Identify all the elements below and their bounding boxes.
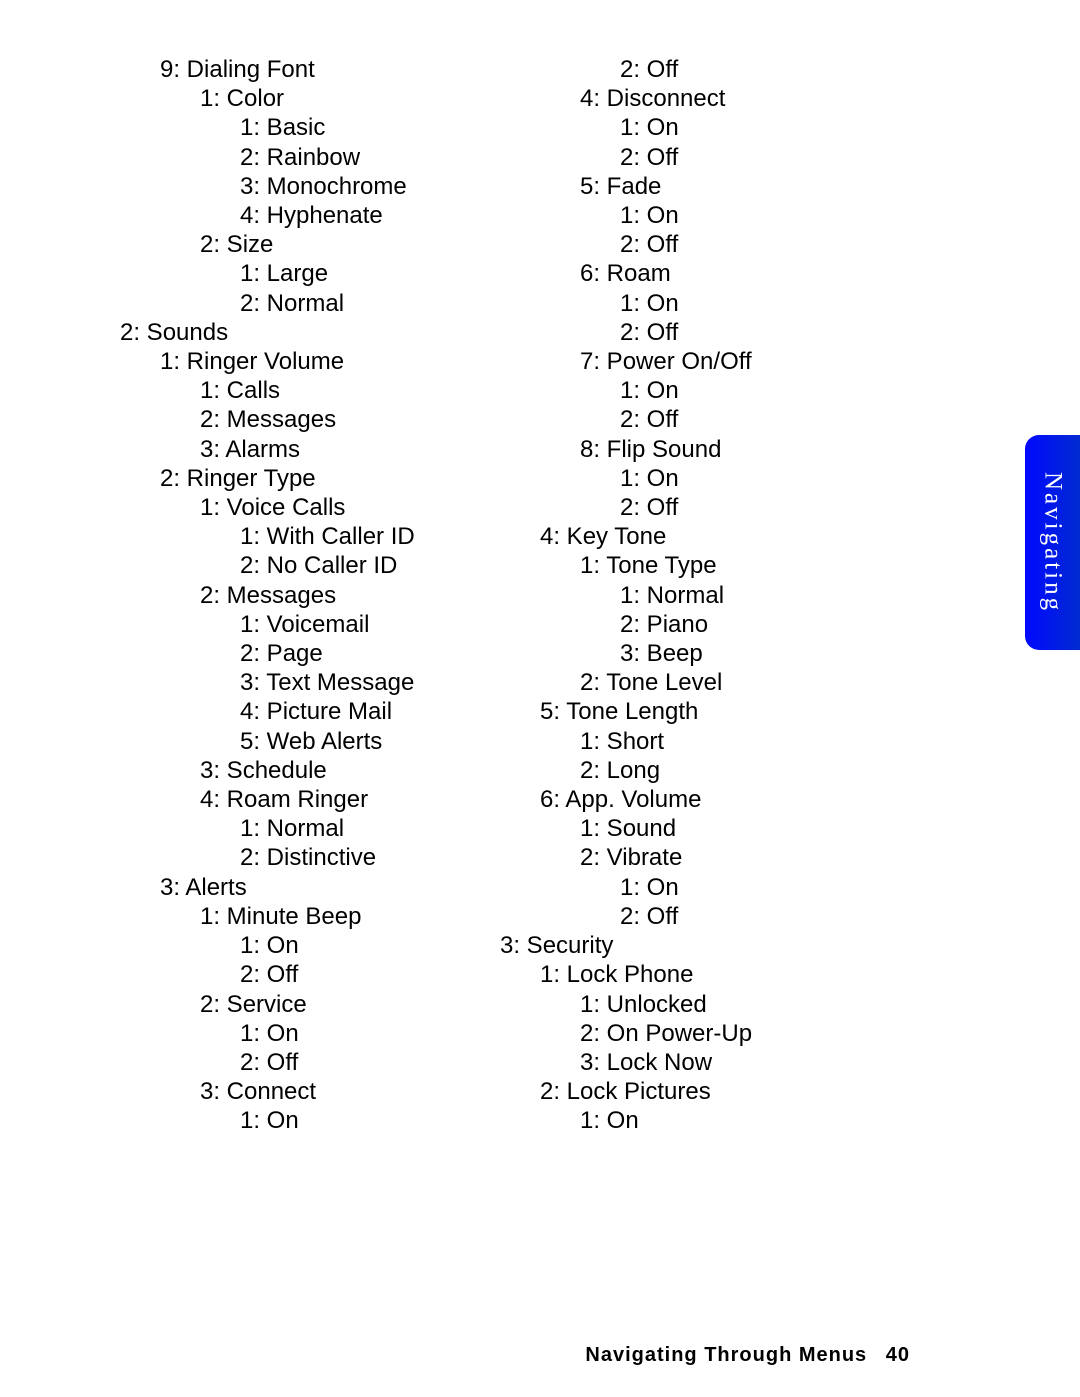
- menu-item: 5: Fade: [580, 172, 880, 201]
- side-tab-label: Navigating: [1039, 472, 1067, 613]
- menu-item: 1: On: [240, 1106, 460, 1135]
- menu-item: 1: Basic: [240, 113, 460, 142]
- menu-item: 3: Alarms: [200, 435, 460, 464]
- menu-item: 2: Ringer Type: [160, 464, 460, 493]
- menu-item: 1: Ringer Volume: [160, 347, 460, 376]
- menu-item: 2: Size: [200, 230, 460, 259]
- menu-item: 2: Off: [240, 1048, 460, 1077]
- menu-item: 4: Roam Ringer: [200, 785, 460, 814]
- menu-item: 2: Piano: [620, 610, 880, 639]
- menu-column-1: 9: Dialing Font1: Color1: Basic2: Rainbo…: [0, 55, 460, 1136]
- menu-item: 2: Messages: [200, 405, 460, 434]
- menu-item: 3: Monochrome: [240, 172, 460, 201]
- menu-content: 9: Dialing Font1: Color1: Basic2: Rainbo…: [0, 55, 880, 1136]
- side-tab: Navigating: [1025, 435, 1080, 650]
- menu-item: 3: Schedule: [200, 756, 460, 785]
- menu-item: 1: Lock Phone: [540, 960, 880, 989]
- menu-item: 5: Web Alerts: [240, 727, 460, 756]
- menu-item: 1: Calls: [200, 376, 460, 405]
- menu-item: 4: Hyphenate: [240, 201, 460, 230]
- menu-item: 2: Distinctive: [240, 843, 460, 872]
- menu-item: 2: Sounds: [120, 318, 460, 347]
- menu-item: 2: Long: [580, 756, 880, 785]
- menu-item: 2: No Caller ID: [240, 551, 460, 580]
- menu-item: 3: Lock Now: [580, 1048, 880, 1077]
- menu-item: 2: Off: [240, 960, 460, 989]
- menu-item: 1: Color: [200, 84, 460, 113]
- menu-item: 1: Sound: [580, 814, 880, 843]
- menu-item: 5: Tone Length: [540, 697, 880, 726]
- menu-item: 1: Voice Calls: [200, 493, 460, 522]
- menu-item: 2: Off: [620, 902, 880, 931]
- menu-item: 1: On: [620, 201, 880, 230]
- menu-item: 2: Lock Pictures: [540, 1077, 880, 1106]
- menu-item: 8: Flip Sound: [580, 435, 880, 464]
- menu-item: 1: With Caller ID: [240, 522, 460, 551]
- menu-item: 1: On: [620, 873, 880, 902]
- menu-item: 2: Off: [620, 143, 880, 172]
- menu-item: 3: Connect: [200, 1077, 460, 1106]
- menu-item: 2: Messages: [200, 581, 460, 610]
- menu-item: 2: Off: [620, 55, 880, 84]
- menu-item: 2: Tone Level: [580, 668, 880, 697]
- menu-item: 2: Off: [620, 318, 880, 347]
- menu-item: 1: On: [620, 113, 880, 142]
- menu-item: 1: Unlocked: [580, 990, 880, 1019]
- menu-item: 4: Disconnect: [580, 84, 880, 113]
- menu-item: 1: Large: [240, 259, 460, 288]
- menu-item: 2: Vibrate: [580, 843, 880, 872]
- menu-item: 3: Beep: [620, 639, 880, 668]
- menu-item: 1: On: [240, 931, 460, 960]
- menu-item: 4: Picture Mail: [240, 697, 460, 726]
- menu-item: 1: Minute Beep: [200, 902, 460, 931]
- menu-item: 3: Text Message: [240, 668, 460, 697]
- menu-item: 1: On: [580, 1106, 880, 1135]
- menu-item: 7: Power On/Off: [580, 347, 880, 376]
- menu-item: 1: Normal: [620, 581, 880, 610]
- menu-item: 1: Normal: [240, 814, 460, 843]
- menu-item: 2: Off: [620, 230, 880, 259]
- menu-item: 2: Off: [620, 405, 880, 434]
- menu-item: 6: Roam: [580, 259, 880, 288]
- menu-item: 1: On: [620, 376, 880, 405]
- menu-item: 9: Dialing Font: [160, 55, 460, 84]
- menu-column-2: 2: Off4: Disconnect1: On2: Off5: Fade1: …: [460, 55, 880, 1136]
- menu-item: 1: On: [620, 464, 880, 493]
- menu-item: 3: Alerts: [160, 873, 460, 902]
- menu-item: 1: Tone Type: [580, 551, 880, 580]
- menu-item: 1: Short: [580, 727, 880, 756]
- footer-section-title: Navigating Through Menus: [585, 1344, 867, 1366]
- menu-item: 1: On: [620, 289, 880, 318]
- footer-page-number: 40: [886, 1344, 910, 1366]
- menu-item: 4: Key Tone: [540, 522, 880, 551]
- menu-item: 2: Page: [240, 639, 460, 668]
- menu-item: 2: Off: [620, 493, 880, 522]
- menu-item: 1: On: [240, 1019, 460, 1048]
- menu-item: 2: Normal: [240, 289, 460, 318]
- menu-item: 1: Voicemail: [240, 610, 460, 639]
- menu-item: 2: Rainbow: [240, 143, 460, 172]
- menu-item: 2: Service: [200, 990, 460, 1019]
- page-footer: Navigating Through Menus 40: [585, 1344, 910, 1367]
- menu-item: 6: App. Volume: [540, 785, 880, 814]
- menu-item: 3: Security: [500, 931, 880, 960]
- menu-item: 2: On Power-Up: [580, 1019, 880, 1048]
